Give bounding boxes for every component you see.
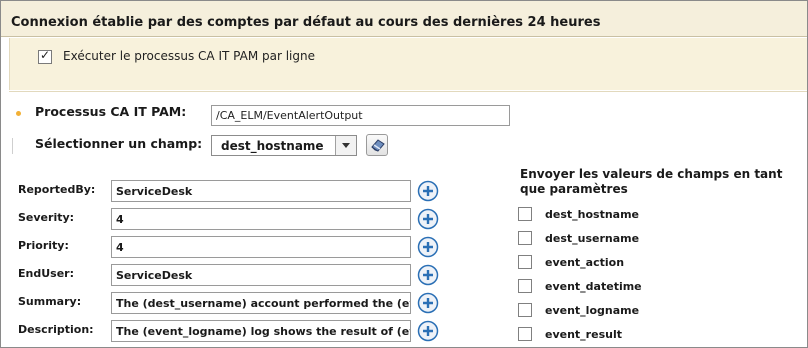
param-label-reportedby: ReportedBy: (18, 183, 96, 196)
options-panel (9, 38, 807, 90)
param-label-description: Description: (18, 323, 94, 336)
send-field-label: dest_hostname (545, 208, 640, 221)
alert-config-dialog: Connexion établie par des comptes par dé… (0, 0, 808, 348)
separator (12, 138, 13, 154)
param-label-summary: Summary: (18, 295, 82, 308)
add-field-button[interactable] (417, 180, 439, 202)
add-field-button[interactable] (417, 292, 439, 314)
process-label: Processus CA IT PAM: (35, 104, 187, 119)
add-field-button[interactable] (417, 264, 439, 286)
add-field-button[interactable] (417, 236, 439, 258)
send-field-label: event_datetime (545, 280, 642, 293)
param-input-priority[interactable]: 4 (111, 236, 411, 258)
send-field-checkbox-dest-hostname[interactable] (518, 207, 532, 221)
page-title: Connexion établie par des comptes par dé… (11, 15, 601, 30)
field-select-label: Sélectionner un champ: (35, 136, 203, 151)
param-label-severity: Severity: (18, 211, 75, 224)
send-field-checkbox-event-result[interactable] (518, 327, 532, 341)
eraser-icon (371, 139, 385, 152)
per-row-checkbox[interactable]: ✓ (38, 48, 52, 64)
plus-circle-icon (417, 292, 439, 314)
send-field-checkbox-dest-username[interactable] (518, 231, 532, 245)
plus-circle-icon (417, 208, 439, 230)
plus-circle-icon (417, 236, 439, 258)
send-field-label: event_logname (545, 304, 640, 317)
plus-circle-icon (417, 320, 439, 342)
per-row-checkbox-label: Exécuter le processus CA IT PAM par lign… (63, 49, 315, 63)
param-label-enduser: EndUser: (18, 267, 74, 280)
field-select-value: dest_hostname (221, 139, 324, 153)
send-field-label: event_action (545, 256, 625, 269)
param-input-description[interactable]: The (event_logname) log shows the result… (111, 320, 411, 342)
required-indicator-icon (16, 111, 21, 116)
plus-circle-icon (417, 180, 439, 202)
param-input-severity[interactable]: 4 (111, 208, 411, 230)
chevron-down-icon[interactable] (335, 136, 356, 155)
send-field-label: dest_username (545, 232, 640, 245)
param-input-summary[interactable]: The (dest_username) account performed th… (111, 292, 411, 314)
send-field-checkbox-event-datetime[interactable] (518, 279, 532, 293)
param-input-reportedby[interactable]: ServiceDesk (111, 180, 411, 202)
send-field-checkbox-event-action[interactable] (518, 255, 532, 269)
field-select-dropdown[interactable]: dest_hostname (211, 135, 357, 156)
send-fields-title: Envoyer les valeurs de champs en tant qu… (520, 167, 783, 196)
send-field-label: event_result (545, 328, 622, 341)
add-field-button[interactable] (417, 208, 439, 230)
checkmark-icon: ✓ (40, 48, 51, 62)
header-bar: Connexion établie par des comptes par dé… (1, 1, 807, 37)
process-panel (9, 91, 807, 170)
plus-circle-icon (417, 264, 439, 286)
param-label-priority: Priority: (18, 239, 69, 252)
send-field-checkbox-event-logname[interactable] (518, 303, 532, 317)
insert-field-button[interactable] (366, 134, 388, 156)
process-path-input[interactable]: /CA_ELM/EventAlertOutput (211, 105, 510, 126)
param-input-enduser[interactable]: ServiceDesk (111, 264, 411, 286)
add-field-button[interactable] (417, 320, 439, 342)
